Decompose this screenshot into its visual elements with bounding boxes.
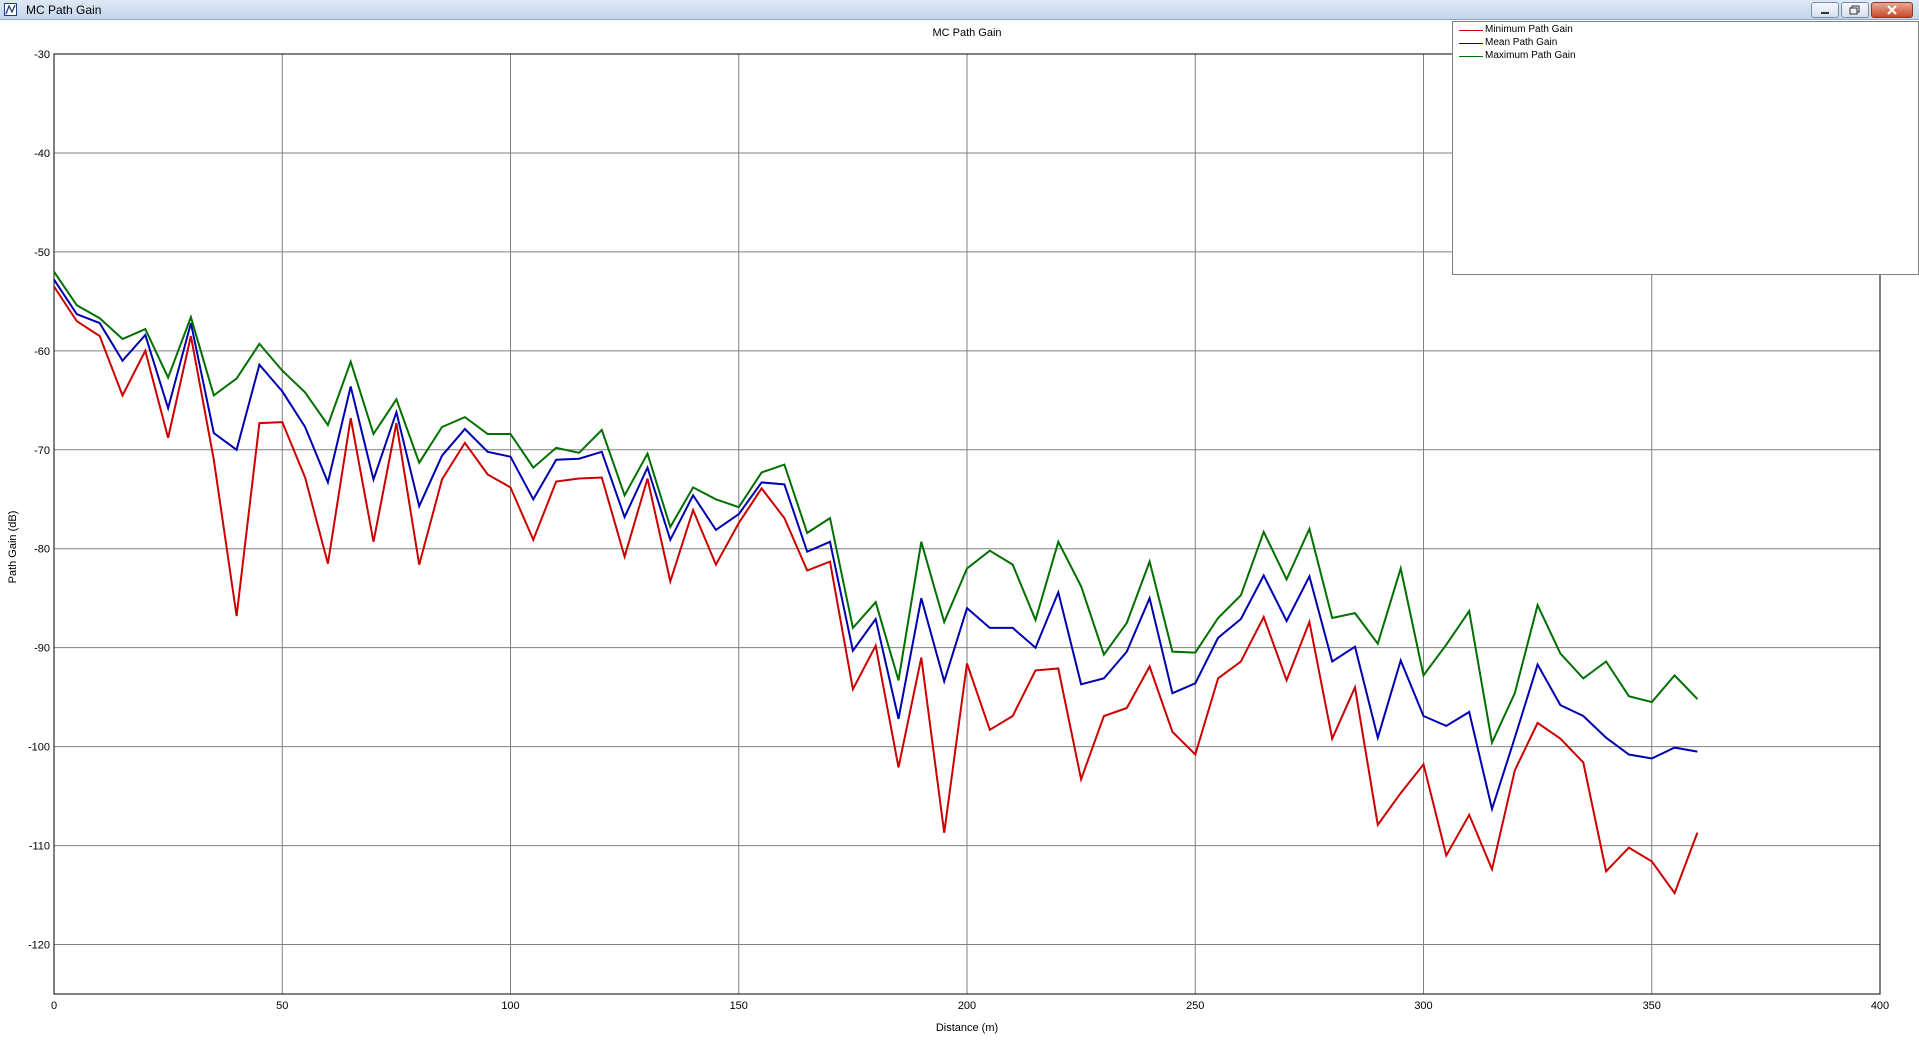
window-controls [1811,2,1913,18]
restore-button[interactable] [1841,2,1869,18]
legend-swatch [1459,30,1483,31]
x-tick-label: 100 [501,1000,519,1012]
x-axis-label: Distance (m) [936,1022,998,1034]
x-tick-label: 50 [276,1000,288,1012]
minimize-icon [1821,12,1829,14]
legend-label: Minimum Path Gain [1485,24,1573,35]
y-tick-label: -110 [29,841,50,853]
y-tick-label: -50 [34,247,50,259]
y-tick-label: -30 [34,49,50,61]
window-titlebar: MC Path Gain [0,0,1919,20]
legend-label: Maximum Path Gain [1485,50,1576,61]
x-tick-label: 0 [51,1000,57,1012]
y-tick-label: -90 [34,643,50,655]
series-line-0 [53,285,1699,896]
legend-swatch [1459,43,1483,44]
app-icon [4,3,17,16]
y-tick-label: -120 [28,940,50,952]
series-group [53,271,1699,896]
y-tick-label: -70 [34,445,50,457]
minimize-button[interactable] [1811,2,1839,18]
y-axis-label: Path Gain (dB) [7,511,19,584]
y-axis-ticks: -30 -40 -50 -60 -70 -80 -90 -100 -110 -120 [28,49,50,952]
legend-swatch [1459,56,1483,57]
y-tick-label: -100 [28,742,50,754]
restore-icon [1849,5,1860,15]
y-tick-label: -60 [34,346,50,358]
x-tick-label: 200 [958,1000,976,1012]
x-tick-label: 350 [1643,1000,1661,1012]
x-tick-label: 250 [1186,1000,1204,1012]
y-tick-label: -80 [34,544,50,556]
y-tick-label: -40 [34,148,50,160]
chart-title: MC Path Gain [932,27,1001,39]
x-tick-label: 150 [730,1000,748,1012]
close-button[interactable] [1871,2,1913,18]
series-line-2 [53,271,1699,747]
x-tick-label: 400 [1871,1000,1889,1012]
series-line-1 [53,279,1698,813]
chart-legend: Minimum Path Gain Mean Path Gain Maximum P… [1452,21,1919,275]
x-tick-label: 300 [1414,1000,1432,1012]
x-axis-ticks: 0 50 100 150 200 250 300 350 400 [51,1000,1889,1012]
window-title: MC Path Gain [26,3,102,17]
legend-label: Mean Path Gain [1485,37,1558,48]
close-icon [1887,5,1897,15]
